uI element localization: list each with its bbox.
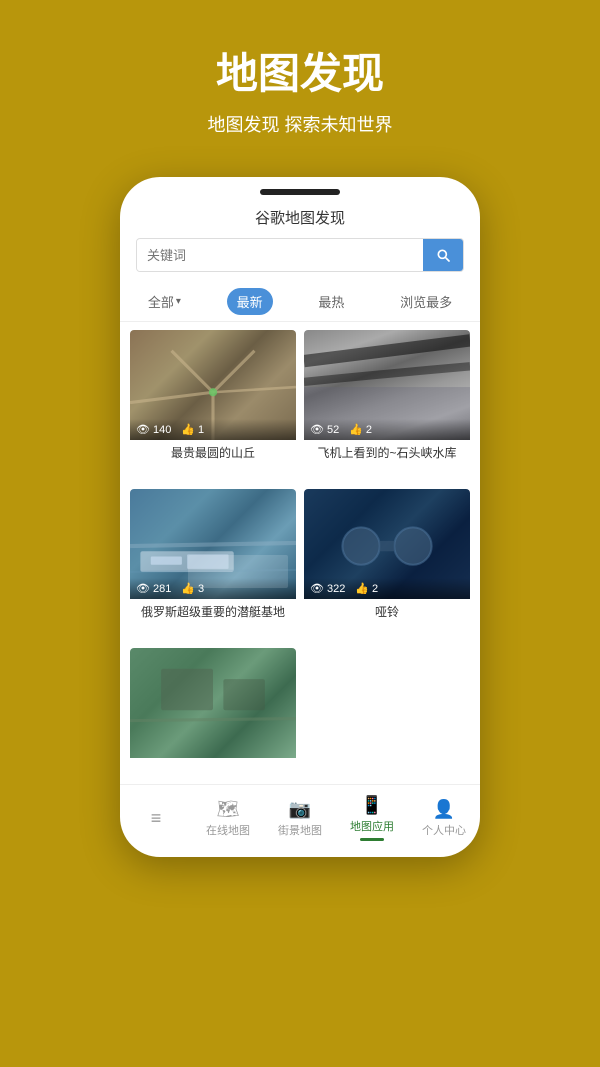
card-title: 俄罗斯超级重要的潜艇基地 bbox=[130, 599, 296, 624]
tab-bar: 全部 ▾ 最新 最热 浏览最多 bbox=[120, 282, 480, 322]
card-item[interactable]: 👁 140 👍 1 最贵最圆的山丘 bbox=[130, 330, 296, 481]
nav-item-menu[interactable]: ≡ bbox=[126, 808, 186, 829]
card-item[interactable]: 👁 322 👍 2 哑铃 bbox=[304, 489, 470, 640]
active-indicator bbox=[360, 838, 384, 841]
tab-latest[interactable]: 最新 bbox=[227, 288, 273, 315]
view-count: 👁 281 bbox=[136, 582, 171, 595]
nav-item-street-view[interactable]: 📷 街景地图 bbox=[270, 799, 330, 838]
nav-label-profile: 个人中心 bbox=[422, 822, 466, 838]
like-icon: 👍 bbox=[349, 423, 363, 436]
card-stats-overlay: 👁 322 👍 2 bbox=[304, 578, 470, 599]
search-bar bbox=[136, 238, 464, 272]
tab-hottest[interactable]: 最热 bbox=[308, 288, 354, 315]
card-title: 最贵最圆的山丘 bbox=[130, 440, 296, 465]
camera-icon: 📷 bbox=[289, 799, 311, 820]
app-header-title: 谷歌地图发现 bbox=[120, 203, 480, 238]
page-subtitle: 地图发现 探索未知世界 bbox=[208, 111, 393, 137]
card-stats-overlay: 👁 281 👍 3 bbox=[130, 578, 296, 599]
view-count: 👁 322 bbox=[310, 582, 345, 595]
cards-grid: 👁 140 👍 1 最贵最圆的山丘 bbox=[120, 330, 480, 774]
view-count: 👁 52 bbox=[310, 423, 339, 436]
eye-icon: 👁 bbox=[310, 582, 324, 595]
card-thumbnail bbox=[130, 648, 296, 758]
phone-notch bbox=[260, 189, 340, 195]
eye-icon: 👁 bbox=[136, 423, 150, 436]
map-decoration bbox=[130, 648, 296, 758]
map-icon: 🗺 bbox=[217, 799, 240, 820]
eye-icon: 👁 bbox=[310, 423, 324, 436]
nav-item-profile[interactable]: 👤 个人中心 bbox=[414, 799, 474, 838]
nav-item-online-map[interactable]: 🗺 在线地图 bbox=[198, 799, 258, 838]
card-stats-overlay: 👁 140 👍 1 bbox=[130, 419, 296, 440]
like-icon: 👍 bbox=[355, 582, 369, 595]
app-icon: 📱 bbox=[361, 795, 383, 816]
menu-icon: ≡ bbox=[151, 808, 162, 829]
nav-label-map-app: 地图应用 bbox=[350, 818, 394, 834]
card-item[interactable] bbox=[130, 648, 296, 774]
eye-icon: 👁 bbox=[136, 582, 150, 595]
like-icon: 👍 bbox=[181, 423, 195, 436]
card-title: 哑铃 bbox=[304, 599, 470, 624]
card-item[interactable]: 👁 52 👍 2 飞机上看到的~石头峡水库 bbox=[304, 330, 470, 481]
card-thumbnail: 👁 140 👍 1 bbox=[130, 330, 296, 440]
card-thumbnail: 👁 281 👍 3 bbox=[130, 489, 296, 599]
like-count: 👍 3 bbox=[181, 582, 204, 595]
nav-label-online-map: 在线地图 bbox=[206, 822, 250, 838]
tab-all[interactable]: 全部 ▾ bbox=[138, 288, 191, 315]
tab-all-label: 全部 bbox=[148, 292, 174, 311]
page-title: 地图发现 bbox=[216, 40, 384, 101]
like-icon: 👍 bbox=[181, 582, 195, 595]
card-title: 飞机上看到的~石头峡水库 bbox=[304, 440, 470, 465]
bottom-nav: ≡ 🗺 在线地图 📷 街景地图 📱 地图应用 👤 个人中心 bbox=[120, 784, 480, 857]
search-button[interactable] bbox=[423, 239, 463, 271]
card-thumbnail: 👁 322 👍 2 bbox=[304, 489, 470, 599]
tab-most-viewed[interactable]: 浏览最多 bbox=[390, 288, 462, 315]
nav-item-map-app[interactable]: 📱 地图应用 bbox=[342, 795, 402, 841]
card-stats-overlay: 👁 52 👍 2 bbox=[304, 419, 470, 440]
card-thumbnail: 👁 52 👍 2 bbox=[304, 330, 470, 440]
nav-label-street-view: 街景地图 bbox=[278, 822, 322, 838]
chevron-down-icon: ▾ bbox=[176, 296, 181, 307]
like-count: 👍 2 bbox=[349, 423, 372, 436]
search-input[interactable] bbox=[137, 240, 423, 271]
card-item[interactable]: 👁 281 👍 3 俄罗斯超级重要的潜艇基地 bbox=[130, 489, 296, 640]
view-count: 👁 140 bbox=[136, 423, 171, 436]
user-icon: 👤 bbox=[433, 799, 455, 820]
like-count: 👍 2 bbox=[355, 582, 378, 595]
search-icon bbox=[435, 247, 451, 263]
phone-shell: 谷歌地图发现 全部 ▾ 最新 最热 浏览最多 bbox=[120, 177, 480, 857]
like-count: 👍 1 bbox=[181, 423, 204, 436]
